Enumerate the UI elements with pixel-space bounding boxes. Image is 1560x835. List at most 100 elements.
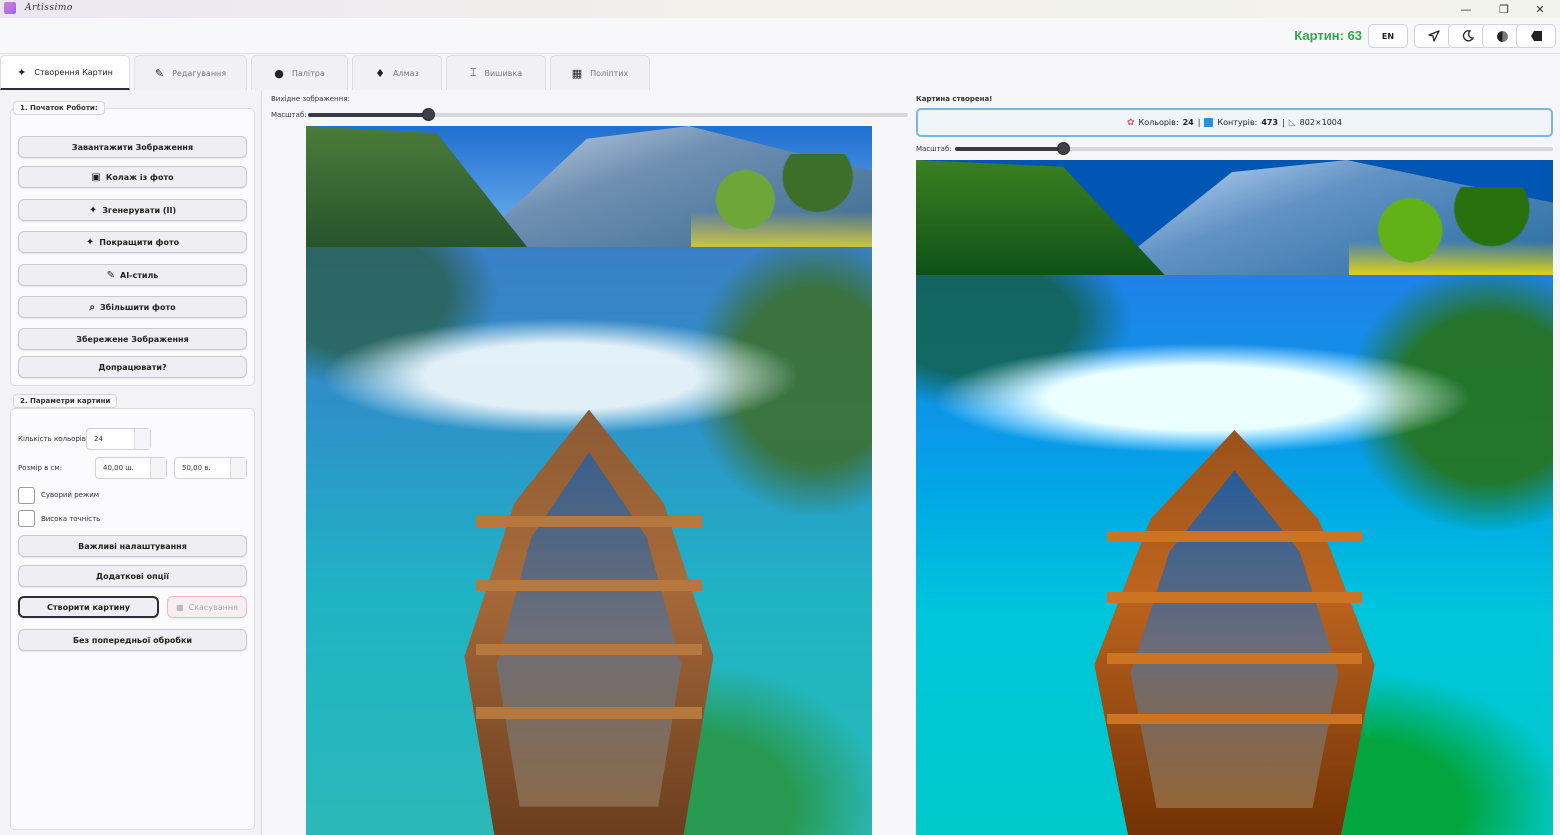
grid-icon: ▦ [571, 66, 583, 80]
button-label: Покращити фото [99, 237, 180, 247]
button-label: Завантажити Зображення [71, 142, 194, 152]
button-label: Створити картину [47, 602, 130, 612]
button-label: Без попередньої обробки [72, 635, 193, 645]
pencil-icon: ✎ [154, 66, 165, 80]
search-icon: ⌕ [89, 301, 95, 313]
width-value: 40,00 ш. [103, 464, 134, 472]
refine-button[interactable]: Допрацювати? [18, 356, 247, 378]
back-icon [1530, 31, 1542, 41]
upload-image-button[interactable]: Завантажити Зображення [18, 136, 247, 158]
sparkle-icon: ✦ [88, 204, 98, 216]
tab-label: Поліптих [590, 68, 629, 78]
height-spinbox[interactable]: 50,00 в. [174, 457, 247, 479]
contours-icon [1204, 118, 1214, 127]
title-bar: Artissimo — ❐ ✕ [0, 0, 1560, 18]
tab-label: Редагування [172, 68, 227, 78]
source-scale-label: Масштаб: [271, 111, 307, 119]
button-label: Скасування [188, 602, 238, 612]
stop-icon: ■ [176, 602, 184, 612]
spin-arrows[interactable] [230, 458, 246, 478]
tab-polyptych[interactable]: ▦ Поліптих [550, 55, 650, 90]
tab-label: Вишивка [484, 68, 523, 78]
sparkle-icon: ✦ [17, 65, 27, 79]
separator: | [1197, 118, 1201, 127]
palette-icon: ● [274, 66, 284, 80]
result-info-box: ✿ Кольорів: 24 | Контурів: 473 | ◺ 802×1… [916, 108, 1553, 137]
spin-arrows[interactable] [134, 429, 150, 449]
strict-mode-label: Суворий режим [41, 491, 100, 499]
images-icon: ▣ [91, 171, 101, 183]
generate-button[interactable]: ✦ Згенерувати (II) [18, 199, 247, 221]
source-image-label: Вихідне зображення: [271, 95, 350, 103]
slider-handle[interactable] [422, 108, 435, 121]
tab-edit[interactable]: ✎ Редагування [134, 55, 247, 90]
result-scale-slider[interactable] [955, 142, 1553, 155]
language-button[interactable]: EN [1368, 24, 1408, 48]
maximize-button[interactable]: ❐ [1486, 0, 1522, 18]
width-spinbox[interactable]: 40,00 ш. [95, 457, 167, 479]
tab-label: Створення Картин [34, 67, 113, 77]
enhance-photo-button[interactable]: ✦ Покращити фото [18, 231, 247, 253]
high-precision-checkbox[interactable] [18, 510, 35, 527]
colors-count-spinbox[interactable]: 24 [86, 428, 151, 450]
slider-fill [955, 147, 1063, 151]
create-painting-button[interactable]: Створити картину [18, 596, 159, 618]
minimize-button[interactable]: — [1448, 0, 1484, 18]
dimensions-value: 802×1004 [1299, 118, 1342, 127]
tab-palette[interactable]: ● Палітра [251, 55, 348, 90]
close-button[interactable]: ✕ [1522, 0, 1558, 18]
app-title: Artissimo [25, 3, 73, 13]
tab-diamond[interactable]: ♦ Алмаз [352, 55, 442, 90]
size-label: Розмір в см: [18, 464, 62, 472]
colors-value: 24 [1182, 118, 1194, 127]
moon-icon [1462, 30, 1474, 42]
spool-icon: ⌶ [469, 66, 477, 79]
tab-create[interactable]: ✦ Створення Картин [0, 55, 130, 90]
section-1-title: 1. Початок Роботи: [13, 101, 105, 115]
collage-button[interactable]: ▣ Колаж із фото [18, 166, 247, 188]
top-toolbar: Картин: 63 EN [0, 18, 1560, 54]
button-label: AI-стиль [120, 270, 159, 280]
source-scale-slider[interactable] [308, 108, 908, 121]
extra-options-button[interactable]: Додаткові опції [18, 565, 247, 587]
saved-image-button[interactable]: Збережене Зображення [18, 328, 247, 350]
back-button[interactable] [1516, 24, 1556, 48]
upscale-photo-button[interactable]: ⌕ Збільшити фото [18, 296, 247, 318]
source-image [306, 126, 872, 835]
button-label: Важливі налаштування [78, 541, 187, 551]
colors-count-label: Кількість кольорів: [18, 435, 89, 443]
send-icon [1428, 30, 1440, 42]
height-value: 50,00 в. [182, 464, 211, 472]
palette-icon: ✿ [1127, 117, 1135, 128]
app-logo-icon [4, 2, 16, 14]
result-image [916, 160, 1553, 835]
colors-count-value: 24 [94, 435, 103, 443]
button-label: Додаткові опції [95, 571, 170, 581]
button-label: Згенерувати (II) [102, 205, 177, 215]
tab-label: Палітра [291, 68, 325, 78]
result-status-label: Картина створена! [916, 95, 993, 103]
cancel-button[interactable]: ■ Скасування [167, 596, 247, 618]
button-label: Допрацювати? [98, 362, 167, 372]
tab-label: Алмаз [393, 68, 419, 78]
separator: | [1282, 118, 1285, 127]
paintings-count: Картин: 63 [1294, 28, 1362, 43]
diamond-icon: ♦ [375, 66, 386, 80]
slider-handle[interactable] [1056, 142, 1070, 155]
ai-style-button[interactable]: ✎ AI-стиль [18, 264, 247, 286]
sparkle-icon: ✦ [85, 236, 95, 248]
contours-label: Контурів: [1217, 118, 1258, 127]
contours-value: 473 [1261, 118, 1279, 127]
important-settings-button[interactable]: Важливі налаштування [18, 535, 247, 557]
spin-arrows[interactable] [150, 458, 166, 478]
brush-icon: ✎ [106, 269, 115, 281]
main-tabs: ✦ Створення Картин ✎ Редагування ● Паліт… [0, 54, 1560, 90]
button-label: Збережене Зображення [76, 334, 189, 344]
button-label: Збільшити фото [99, 302, 176, 312]
colors-label: Кольорів: [1138, 118, 1179, 127]
contrast-icon [1496, 30, 1508, 42]
button-label: Колаж із фото [105, 172, 174, 182]
no-preprocess-button[interactable]: Без попередньої обробки [18, 629, 247, 651]
tab-embroidery[interactable]: ⌶ Вишивка [446, 55, 546, 90]
strict-mode-checkbox[interactable] [18, 487, 35, 504]
